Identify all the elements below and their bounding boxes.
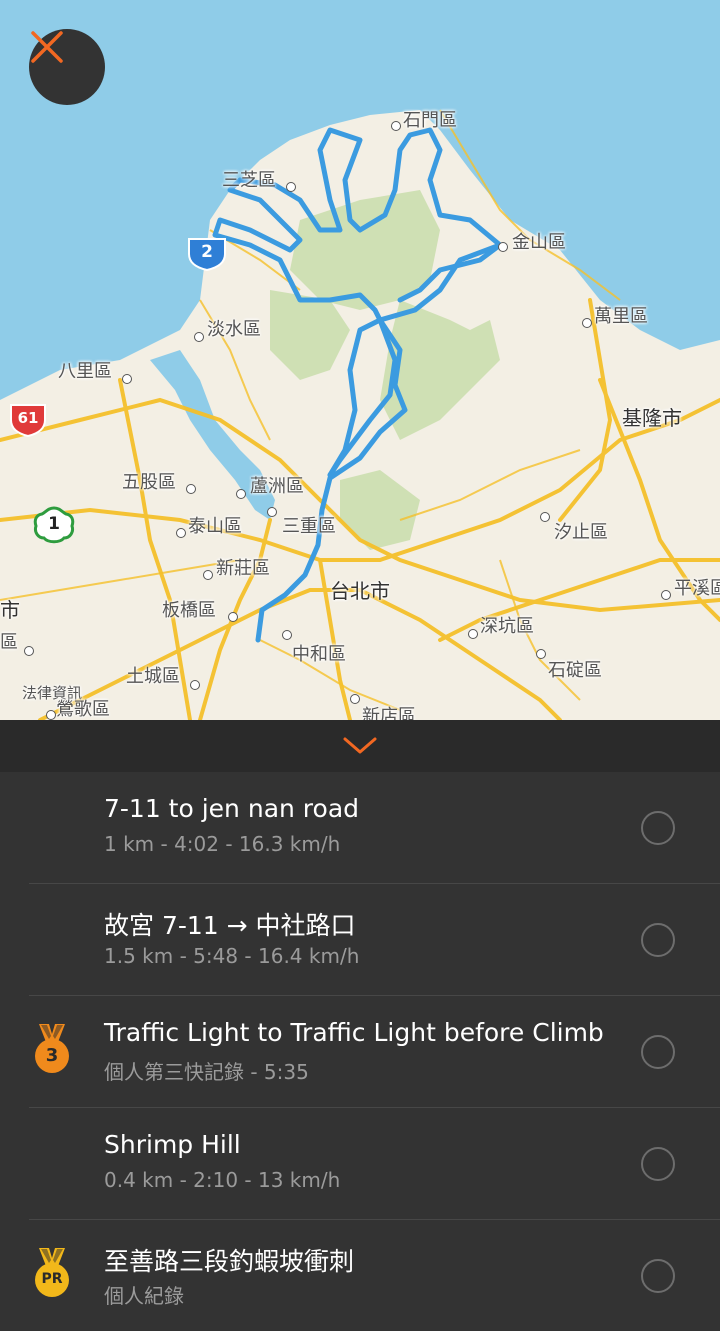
segment-row[interactable]: 故宮 7-11 → 中社路口 1.5 km - 5:48 - 16.4 km/h: [29, 884, 720, 996]
map-label-xizhi: 汐止區: [554, 522, 608, 543]
medal-rank: 3: [45, 1045, 59, 1066]
segment-title: 故宮 7-11 → 中社路口: [104, 911, 356, 940]
map-marker: [661, 590, 671, 600]
medal-rank: PR: [41, 1271, 63, 1287]
route-2-number: 2: [201, 242, 213, 262]
map-label-shiding: 石碇區: [548, 660, 602, 681]
segment-title: Shrimp Hill: [104, 1130, 241, 1159]
segment-row[interactable]: 3 Traffic Light to Traffic Light before …: [29, 996, 720, 1108]
map-label-taipei: 台北市: [330, 579, 390, 603]
segment-select-toggle[interactable]: [641, 1147, 675, 1181]
map-label-jinshan: 金山區: [512, 232, 566, 253]
map-marker: [236, 489, 246, 499]
map-label-xindian: 新店區: [362, 706, 416, 720]
map-label-pingxi: 平溪區: [674, 578, 720, 599]
segment-stats: 1.5 km - 5:48 - 16.4 km/h: [104, 944, 360, 968]
map-label-banqiao: 板橋區: [162, 600, 216, 621]
map-label-luzhou: 蘆洲區: [250, 476, 304, 497]
chevron-down-icon: [343, 737, 377, 754]
segment-list: 7-11 to jen nan road 1 km - 4:02 - 16.3 …: [0, 772, 720, 1331]
map-marker: [540, 512, 550, 522]
segment-row[interactable]: Shrimp Hill 0.4 km - 2:10 - 13 km/h: [29, 1108, 720, 1220]
map-label-xinzhuang: 新莊區: [216, 558, 270, 579]
collapse-map-button[interactable]: [0, 720, 720, 772]
map-marker: [228, 612, 238, 622]
segment-stats: 個人第三快記錄 - 5:35: [104, 1060, 309, 1084]
segment-stats: 個人紀錄: [104, 1284, 184, 1308]
map-marker: [286, 182, 296, 192]
map-marker: [122, 374, 132, 384]
map-marker: [468, 629, 478, 639]
map-label-sanzhi: 三芝區: [222, 170, 276, 191]
map-label-shimen: 石門區: [403, 110, 457, 131]
map-marker: [536, 649, 546, 659]
map-marker: [282, 630, 292, 640]
segment-title: 7-11 to jen nan road: [104, 794, 360, 823]
segment-select-toggle[interactable]: [641, 1035, 675, 1069]
segment-title: Traffic Light to Traffic Light before Cl…: [104, 1018, 604, 1047]
map-label-edge-city: 市: [0, 598, 20, 622]
map-marker: [203, 570, 213, 580]
close-icon: [31, 31, 63, 63]
map-label-wanli: 萬里區: [594, 306, 648, 327]
map-label-shenkeng: 深坑區: [480, 616, 534, 637]
map-label-zhonghe: 中和區: [292, 644, 346, 665]
third-place-medal-icon: 3: [31, 1024, 73, 1076]
map-marker: [194, 332, 204, 342]
route-2-shield: 2: [186, 236, 228, 272]
map-marker: [582, 318, 592, 328]
map-label-bali: 八里區: [58, 361, 112, 382]
route-61-number: 61: [17, 409, 39, 427]
route-map[interactable]: 石門區 三芝區 金山區 萬里區 淡水區 八里區 基隆市 五股區 蘆洲區 泰山區 …: [0, 0, 720, 720]
route-1-number: 1: [48, 514, 60, 534]
map-marker: [186, 484, 196, 494]
map-marker: [350, 694, 360, 704]
map-marker: [267, 507, 277, 517]
segment-stats: 0.4 km - 2:10 - 13 km/h: [104, 1168, 341, 1192]
map-label-edge-district: 區: [0, 632, 18, 653]
map-marker: [24, 646, 34, 656]
personal-record-medal-icon: PR: [31, 1248, 73, 1300]
map-label-tamsui: 淡水區: [207, 319, 261, 340]
map-label-keelung: 基隆市: [622, 406, 682, 430]
segment-select-toggle[interactable]: [641, 811, 675, 845]
segment-stats: 1 km - 4:02 - 16.3 km/h: [104, 832, 341, 856]
map-label-tucheng: 土城區: [126, 666, 180, 687]
map-marker: [498, 242, 508, 252]
route-1-shield: 1: [32, 506, 76, 546]
segment-row[interactable]: 7-11 to jen nan road 1 km - 4:02 - 16.3 …: [29, 772, 720, 884]
segment-select-toggle[interactable]: [641, 1259, 675, 1293]
map-label-sanchong: 三重區: [282, 516, 336, 537]
map-marker: [176, 528, 186, 538]
route-61-shield: 61: [8, 402, 48, 438]
map-label-wugu: 五股區: [122, 472, 176, 493]
map-marker: [190, 680, 200, 690]
map-label-yingge: 鶯歌區: [56, 699, 110, 720]
segment-select-toggle[interactable]: [641, 923, 675, 957]
map-marker: [391, 121, 401, 131]
segment-row[interactable]: PR 至善路三段釣蝦坡衝刺 個人紀錄: [29, 1220, 720, 1331]
close-button[interactable]: [29, 29, 105, 105]
segment-title: 至善路三段釣蝦坡衝刺: [104, 1247, 355, 1276]
map-label-taishan: 泰山區: [188, 516, 242, 537]
map-marker: [46, 710, 56, 720]
